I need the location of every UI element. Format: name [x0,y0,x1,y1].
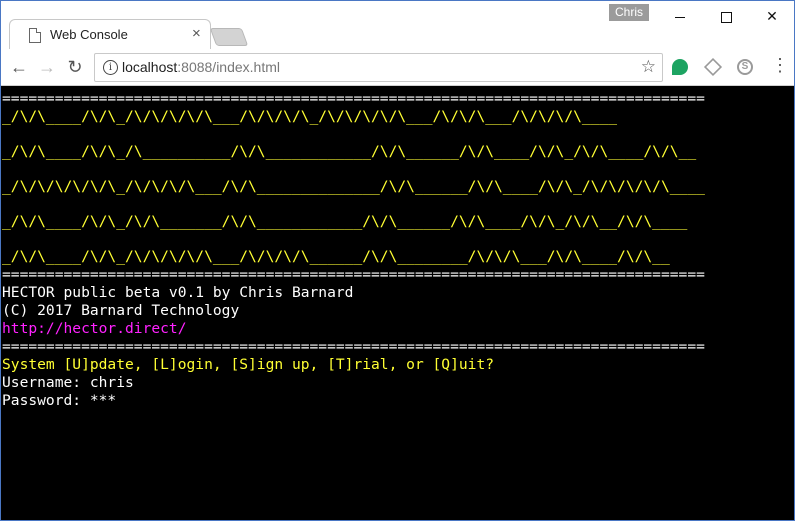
banner-line: _/\/\____/\/\_/\/\/\/\/\___/\/\/\/\_/\/\… [2,108,618,125]
url-path: :8088/index.html [177,59,280,75]
back-arrow-icon[interactable]: ← [7,55,31,79]
page-icon [29,28,41,43]
url-text[interactable]: localhost:8088/index.html [122,59,280,75]
banner-line: _/\/\____/\/\_/\/\_______/\/\___________… [2,213,688,230]
tab-web-console[interactable]: Web Console × [9,19,211,50]
info-icon[interactable]: i [103,60,118,75]
web-console[interactable]: ========================================… [1,86,794,520]
maximize-button[interactable] [703,1,749,31]
banner-line: _/\/\/\/\/\/\_/\/\/\/\___/\/\___________… [2,178,705,195]
minimize-button[interactable] [657,1,703,31]
new-tab-button[interactable] [209,28,249,46]
toolbar: ← → ↻ i localhost:8088/index.html ☆ S ⋮ [1,49,794,86]
browser-window: Web Console × Chris ✕ ← → ↻ i localhost:… [0,0,795,521]
minimize-icon [675,16,685,18]
skype-icon[interactable]: S [737,59,753,75]
username-line: Username: chris [2,374,134,391]
title-line: HECTOR public beta v0.1 by Chris Barnard [2,284,354,301]
extension-green-icon[interactable] [672,59,688,75]
title-bar: Web Console × Chris ✕ [1,1,794,50]
separator-rule: ========================================… [2,90,705,107]
banner-line: _/\/\____/\/\_/\__________/\/\__________… [2,143,697,160]
copyright-line: (C) 2017 Barnard Technology [2,302,240,319]
address-bar[interactable]: i localhost:8088/index.html ☆ [94,53,663,82]
close-icon[interactable]: × [192,25,201,42]
menu-dots-icon[interactable]: ⋮ [771,55,789,76]
close-window-button[interactable]: ✕ [749,1,794,31]
banner-line: _/\/\____/\/\_/\/\/\/\/\___/\/\/\/\_____… [2,248,670,265]
maximize-icon [720,11,732,23]
reload-icon[interactable]: ↻ [63,55,87,79]
star-icon[interactable]: ☆ [641,57,656,77]
user-badge[interactable]: Chris [609,4,649,21]
website-link[interactable]: http://hector.direct/ [2,320,187,338]
extension-box-icon[interactable] [703,57,723,77]
tab-title: Web Console [50,27,128,42]
separator-rule: ========================================… [2,266,705,283]
menu-prompt: System [U]pdate, [L]ogin, [S]ign up, [T]… [2,356,495,373]
separator-rule: ========================================… [2,338,705,355]
forward-arrow-icon[interactable]: → [35,55,59,79]
url-host: localhost [122,59,178,75]
password-line: Password: *** [2,392,117,409]
